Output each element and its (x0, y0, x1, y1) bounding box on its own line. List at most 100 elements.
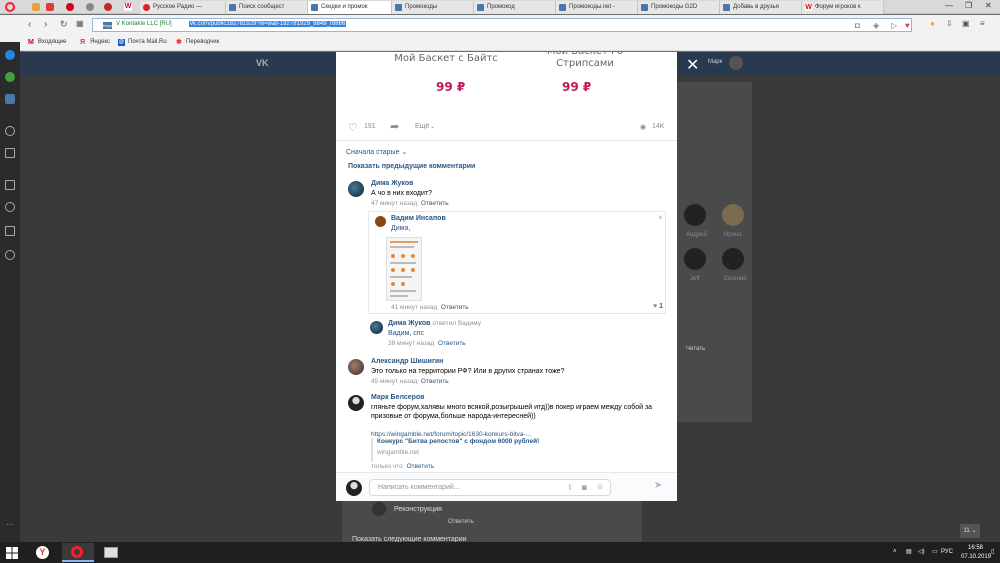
vk-user-name[interactable]: Марк (708, 59, 722, 65)
tab[interactable]: Промокоды.net - (556, 1, 638, 14)
member-name[interactable]: Ирина (724, 232, 742, 238)
read-button[interactable]: Читать (686, 346, 705, 352)
download-icon[interactable]: ⇩ (946, 19, 953, 28)
minimize-icon[interactable]: — (945, 1, 953, 10)
grid-icon[interactable]: ▦ (76, 19, 84, 28)
comment-author[interactable]: Дима Жуков (388, 320, 430, 327)
clock-time[interactable]: 16:58 (968, 545, 983, 551)
reload-icon[interactable]: ↻ (60, 19, 68, 30)
shield-icon[interactable]: ◈ (873, 21, 879, 30)
windows-start-icon[interactable] (6, 547, 18, 559)
member-name[interactable]: Евгений (724, 276, 747, 282)
reply-link[interactable]: Ответить (438, 340, 466, 347)
reply-link[interactable]: Ответить (441, 304, 469, 311)
pinned-tab-icon[interactable] (104, 3, 112, 11)
emoji-icon[interactable]: ☺ (596, 482, 604, 491)
search-icon[interactable] (5, 126, 15, 136)
notifications-icon[interactable]: ▯ (991, 548, 994, 555)
sort-dropdown[interactable]: Сначала старые ⌄ (346, 148, 407, 156)
photos-task[interactable] (96, 543, 128, 562)
tab[interactable]: Промокоды (392, 1, 474, 14)
avatar[interactable] (348, 395, 364, 411)
battery-icon[interactable]: ▭ (932, 548, 938, 555)
bookmark-yandex[interactable]: Я Яндекс (80, 39, 110, 46)
tray-chevron-icon[interactable]: ˄ (893, 549, 897, 555)
reply-link[interactable]: Ответить (421, 378, 449, 385)
bg-reply-link[interactable]: Ответить (448, 519, 474, 525)
snapshot-icon[interactable]: ▣ (962, 19, 970, 28)
like-icon[interactable]: ♡ (348, 121, 358, 134)
bookmark-inbox[interactable]: M Входящие (28, 39, 66, 46)
speed-dial-icon[interactable] (32, 3, 40, 11)
tab[interactable]: Русское Радио — (140, 1, 226, 14)
attached-screenshot-thumbnail[interactable] (386, 237, 422, 301)
bookmark-translator[interactable]: ✱ Переводчик (176, 39, 219, 46)
comment-time[interactable]: только что (371, 463, 403, 470)
avatar[interactable] (370, 321, 383, 334)
comment-author[interactable]: Вадим Инсапов (391, 215, 446, 222)
share-icon[interactable]: ➦ (390, 120, 399, 133)
vk-logo-icon[interactable]: VK (256, 58, 269, 68)
heart-icon[interactable] (5, 202, 15, 212)
comment-time[interactable]: 38 минут назад (388, 340, 434, 347)
tab[interactable]: Добавь в друзья (720, 1, 802, 14)
restore-icon[interactable]: ❐ (965, 1, 972, 10)
avatar[interactable] (684, 248, 706, 270)
reply-link[interactable]: Ответить (421, 200, 449, 207)
extension-icon[interactable]: ● (930, 19, 935, 28)
messenger-icon[interactable] (5, 50, 15, 60)
comment-time[interactable]: 41 минут назад (391, 304, 437, 311)
network-icon[interactable]: ▤ (906, 548, 912, 555)
menu-icon[interactable]: ≡ (980, 19, 985, 28)
url-field[interactable]: https V Kontakte LLC [RU] vk.com/public1… (92, 18, 912, 32)
close-modal-icon[interactable]: ✕ (686, 58, 699, 74)
avatar[interactable] (375, 216, 386, 227)
member-name[interactable]: Jeff (690, 276, 700, 282)
send-icon[interactable] (5, 148, 15, 158)
more-button[interactable]: Ещё (415, 123, 429, 130)
comment-author[interactable]: Марк Белсеров (371, 394, 424, 401)
apps-icon[interactable] (5, 180, 15, 190)
back-icon[interactable]: ‹ (28, 19, 31, 30)
close-window-icon[interactable]: ✕ (985, 1, 992, 10)
replied-to[interactable]: ответил Вадиму (432, 320, 481, 327)
language-indicator[interactable]: РУС (941, 549, 953, 555)
forward-icon[interactable]: › (44, 19, 47, 30)
play-icon[interactable]: ▷ (891, 21, 897, 30)
pinned-tab-icon[interactable] (66, 3, 74, 11)
opera-task[interactable] (62, 543, 94, 562)
comment-author[interactable]: Дима Жуков (371, 180, 413, 187)
comment-author[interactable]: Александр Шишигин (371, 358, 443, 365)
send-icon[interactable]: ➤ (654, 480, 662, 491)
avatar[interactable] (722, 204, 744, 226)
tab[interactable]: Поиск сообщест (226, 1, 308, 14)
link-card-title[interactable]: Конкурс "Битва репостов" с фондом 6000 р… (377, 438, 541, 445)
tab-active[interactable]: Скидки и промок (308, 1, 392, 14)
comment-time[interactable]: 47 минут назад (371, 200, 417, 207)
comment-input[interactable]: Написать комментарий... ⌇ ◙ ☺ (369, 479, 611, 496)
bookmark-mailru[interactable]: @ Почта Mail.Ru (118, 39, 167, 46)
opera-logo-icon[interactable] (5, 2, 15, 12)
clock-date[interactable]: 07.10.2019 (961, 554, 991, 560)
tab[interactable]: Промокоды G2D (638, 1, 720, 14)
comment-link[interactable]: https://wingamble.net/forum/topic/1630-k… (371, 431, 531, 438)
pinned-tab-icon[interactable]: W (124, 3, 132, 11)
avatar[interactable] (684, 204, 706, 226)
vk-icon[interactable] (5, 94, 15, 104)
avatar[interactable] (729, 56, 743, 70)
url-text[interactable]: vk.com/public182781929?w=wall-182781929_… (189, 21, 347, 27)
tab[interactable]: Промокод (474, 1, 556, 14)
tab[interactable]: W Форум игроков к (802, 1, 884, 14)
volume-icon[interactable]: ◁) (918, 548, 925, 555)
news-icon[interactable] (5, 226, 15, 236)
link-preview-card[interactable]: Конкурс "Битва репостов" с фондом 6000 р… (371, 438, 541, 462)
pinned-tab-icon[interactable] (46, 3, 54, 11)
show-previous-comments-link[interactable]: Показать предыдущие комментарии (348, 163, 475, 170)
more-icon[interactable]: ··· (5, 520, 15, 530)
heart-icon[interactable]: ♥ (905, 21, 910, 30)
history-icon[interactable] (5, 250, 15, 260)
notification-badge[interactable]: 11 ⌄ (960, 524, 980, 538)
comment-time[interactable]: 45 минут назад (371, 378, 417, 385)
pinned-tab-icon[interactable] (86, 3, 94, 11)
avatar[interactable] (348, 359, 364, 375)
